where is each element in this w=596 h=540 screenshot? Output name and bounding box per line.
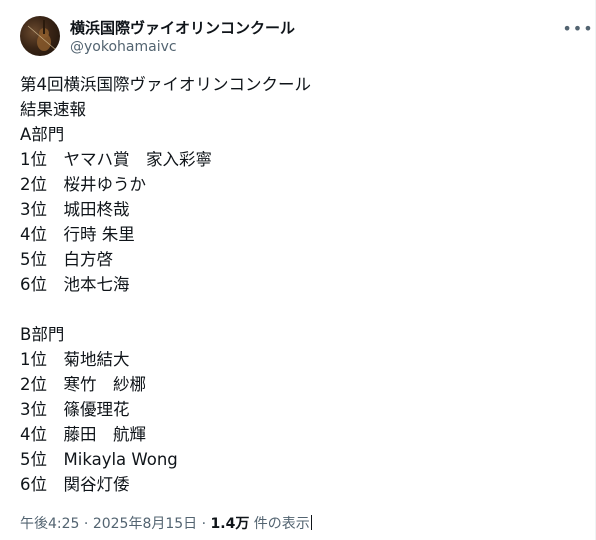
tweet-line: 1位 ヤマハ賞 家入彩寧 — [20, 150, 212, 169]
tweet-line: 2位 寒竹 紗梛 — [20, 375, 146, 394]
tweet-line: 5位 Mikayla Wong — [20, 450, 178, 469]
tweet-line: 2位 桜井ゆうか — [20, 175, 146, 194]
author-display-name[interactable]: 横浜国際ヴァイオリンコンクール — [70, 17, 295, 38]
tweet-line: 4位 行時 朱里 — [20, 225, 135, 244]
tweet-time[interactable]: 午後4:25 — [20, 516, 79, 532]
tweet-meta: 午後4:25 · 2025年8月15日 · 1.4万 件の表示 — [20, 513, 312, 533]
tweet-line: 6位 池本七海 — [20, 275, 130, 294]
meta-separator: · — [201, 516, 207, 532]
tweet-line: 6位 関谷灯倭 — [20, 475, 130, 494]
tweet-line: 5位 白方啓 — [20, 250, 113, 269]
tweet-line: B部門 — [20, 325, 65, 344]
tweet: 横浜国際ヴァイオリンコンクール @yokohamaivc ••• 第4回横浜国際… — [0, 0, 596, 540]
tweet-line: 結果速報 — [20, 100, 86, 119]
text-cursor — [310, 515, 312, 530]
tweet-text: 第4回横浜国際ヴァイオリンコンクール 結果速報 A部門 1位 ヤマハ賞 家入彩寧… — [20, 72, 580, 497]
tweet-line: 3位 篠優理花 — [20, 400, 130, 419]
view-label: 件の表示 — [253, 516, 310, 532]
meta-separator: · — [83, 516, 89, 532]
view-count: 1.4万 — [210, 516, 250, 532]
tweet-date[interactable]: 2025年8月15日 — [93, 516, 197, 532]
tweet-line: A部門 — [20, 125, 65, 144]
tweet-line: 4位 藤田 航輝 — [20, 425, 146, 444]
violin-icon — [27, 20, 57, 51]
tweet-line: 1位 菊地結大 — [20, 350, 130, 369]
avatar[interactable] — [20, 16, 60, 56]
author-handle[interactable]: @yokohamaivc — [70, 39, 177, 55]
more-options-icon[interactable]: ••• — [562, 16, 592, 40]
tweet-line: 第4回横浜国際ヴァイオリンコンクール — [20, 75, 311, 94]
tweet-line: 3位 城田柊哉 — [20, 200, 130, 219]
